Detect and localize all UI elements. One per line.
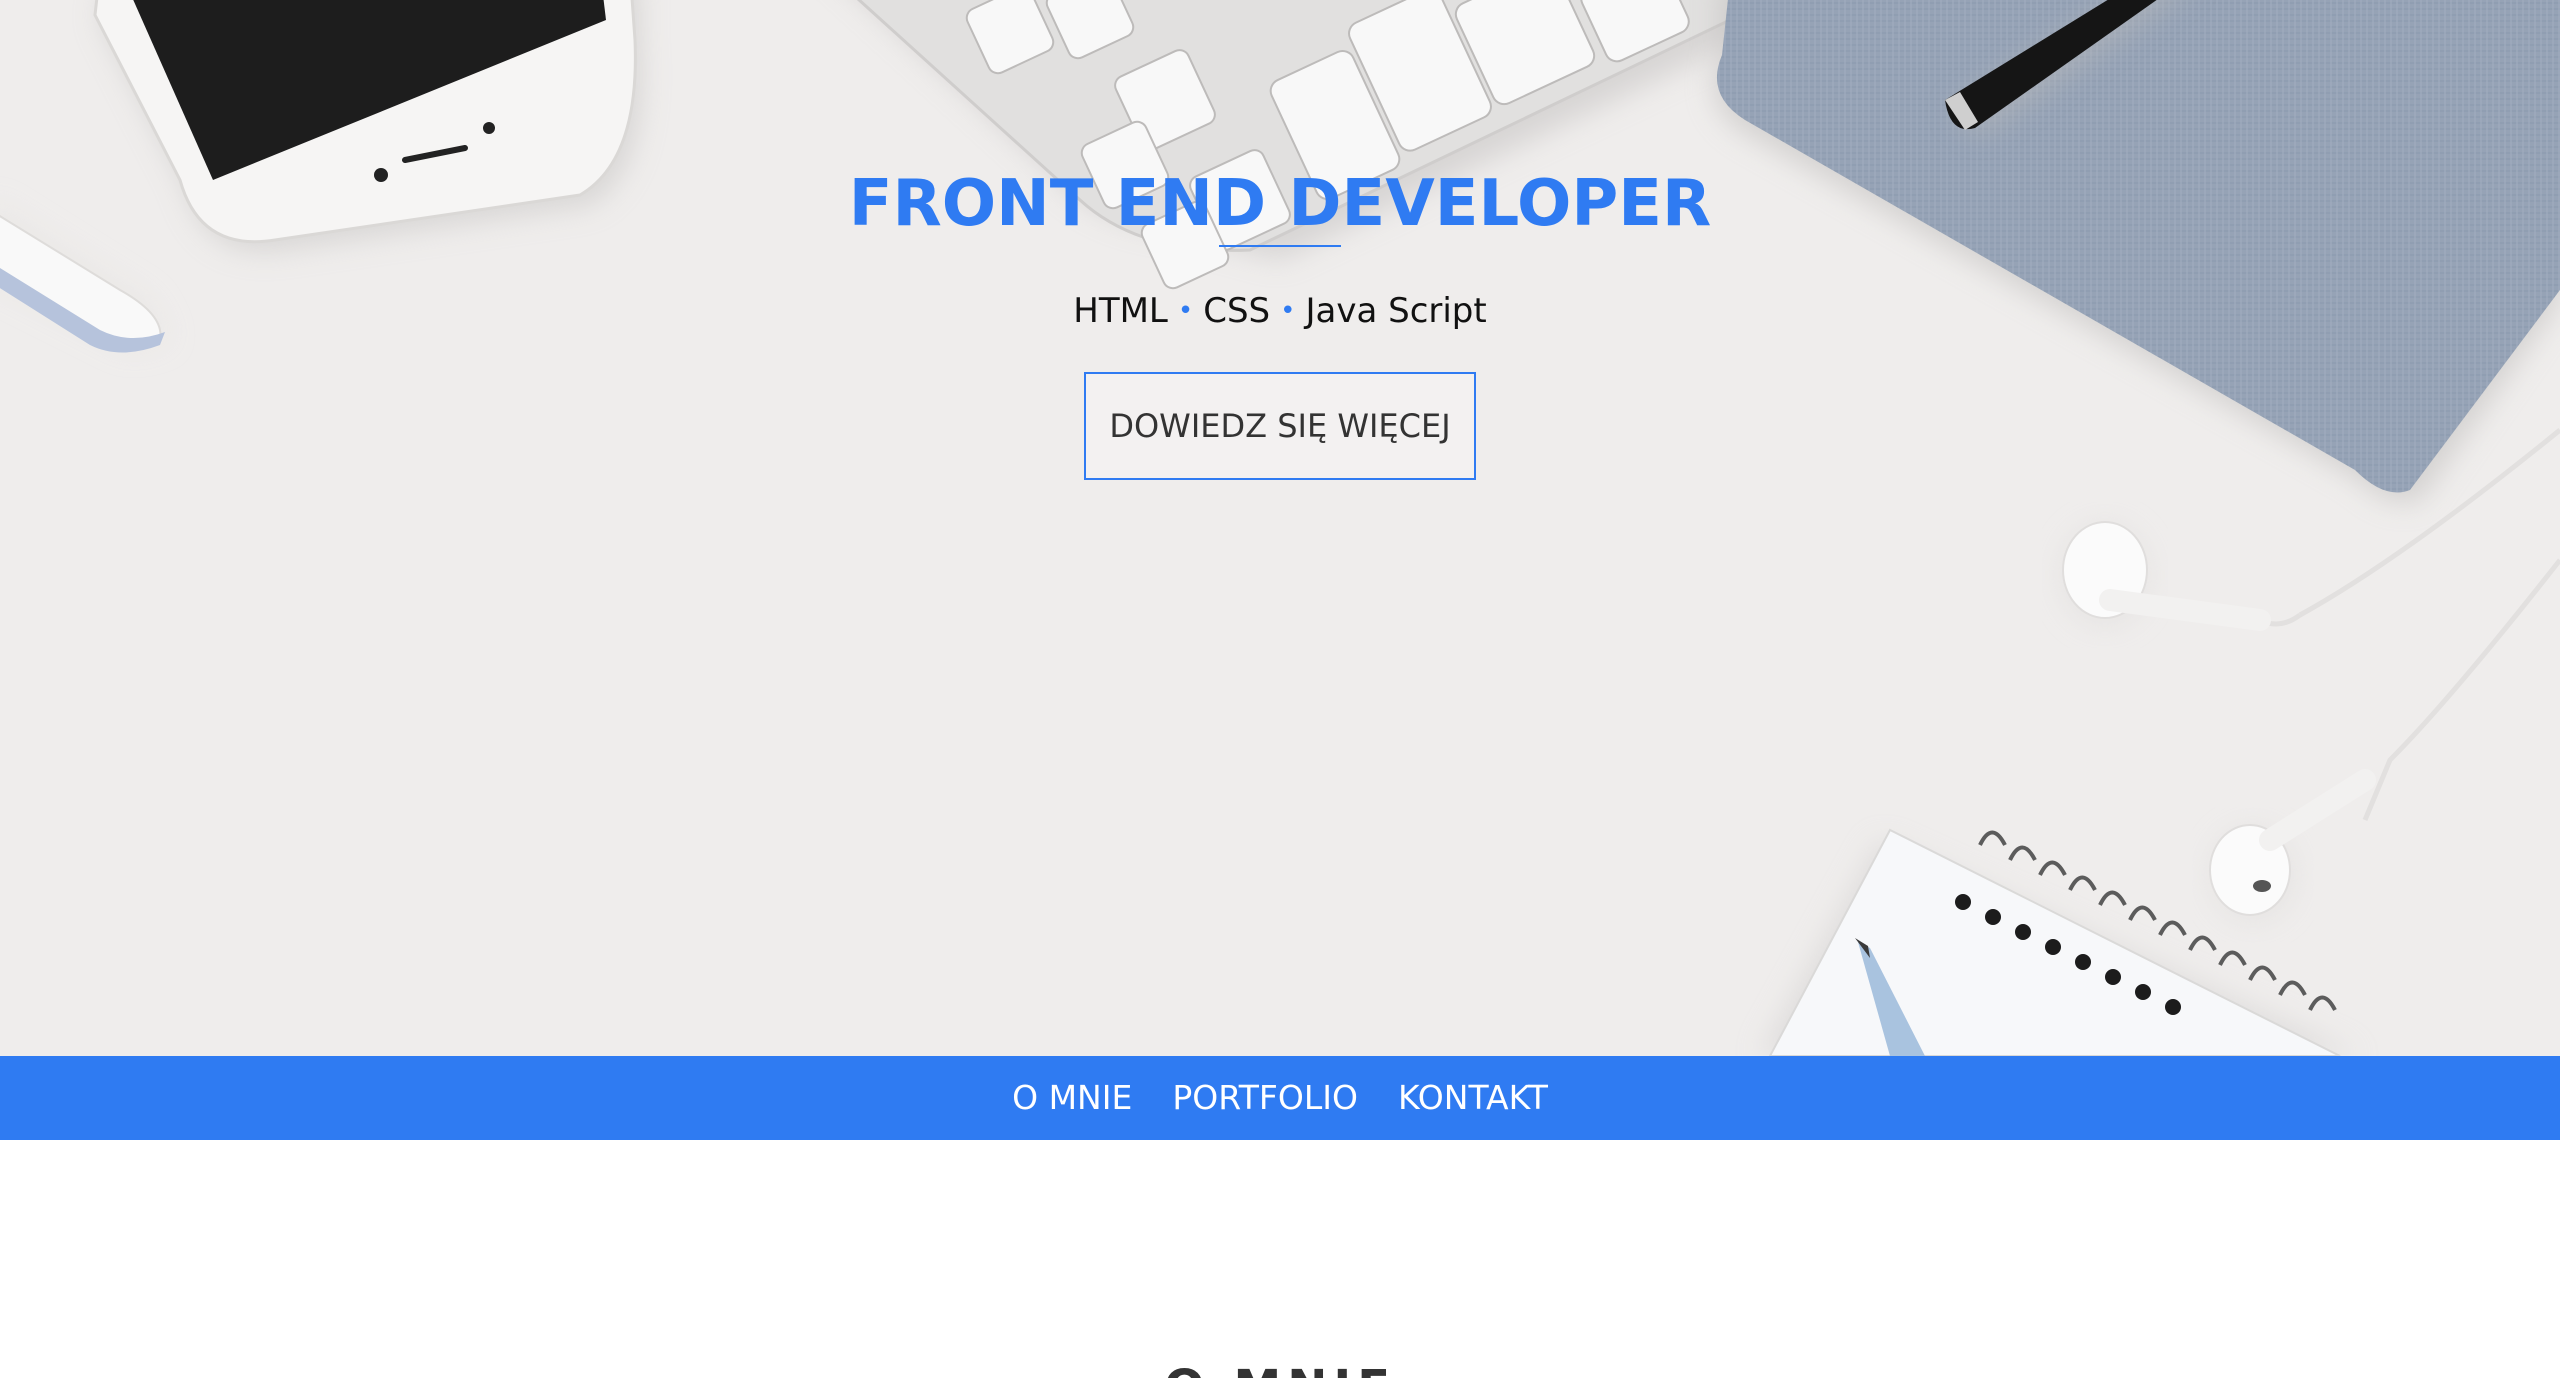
- hero-title: FRONT END DEVELOPER: [848, 167, 1712, 241]
- learn-more-button[interactable]: DOWIEDZ SIĘ WIĘCEJ: [1084, 372, 1476, 480]
- skill-css: CSS: [1203, 291, 1271, 331]
- nav-item-contact[interactable]: KONTAKT: [1398, 1056, 1548, 1140]
- nav-item-portfolio[interactable]: PORTFOLIO: [1172, 1056, 1358, 1140]
- page: FRONT END DEVELOPER HTML • CSS • Java Script…: [0, 0, 2560, 1378]
- skills-line: HTML • CSS • Java Script: [0, 288, 2560, 337]
- notebook-icon: [1713, 0, 2560, 503]
- bullet-separator: •: [1177, 296, 1194, 326]
- main-navbar: O MNIE PORTFOLIO KONTAKT: [0, 1056, 2560, 1140]
- about-heading: O MNIE: [0, 1358, 2560, 1378]
- hero-section: FRONT END DEVELOPER HTML • CSS • Java Script…: [0, 0, 2560, 1056]
- skill-javascript: Java Script: [1305, 291, 1487, 331]
- title-underline: [1219, 245, 1341, 247]
- keyboard-icon: [856, 0, 1750, 290]
- skill-html: HTML: [1073, 291, 1168, 331]
- earphones-icon: [2060, 428, 2560, 923]
- nav-item-about[interactable]: O MNIE: [1012, 1056, 1132, 1140]
- desk-photo-background: [0, 0, 2560, 1056]
- bullet-separator: •: [1280, 296, 1296, 326]
